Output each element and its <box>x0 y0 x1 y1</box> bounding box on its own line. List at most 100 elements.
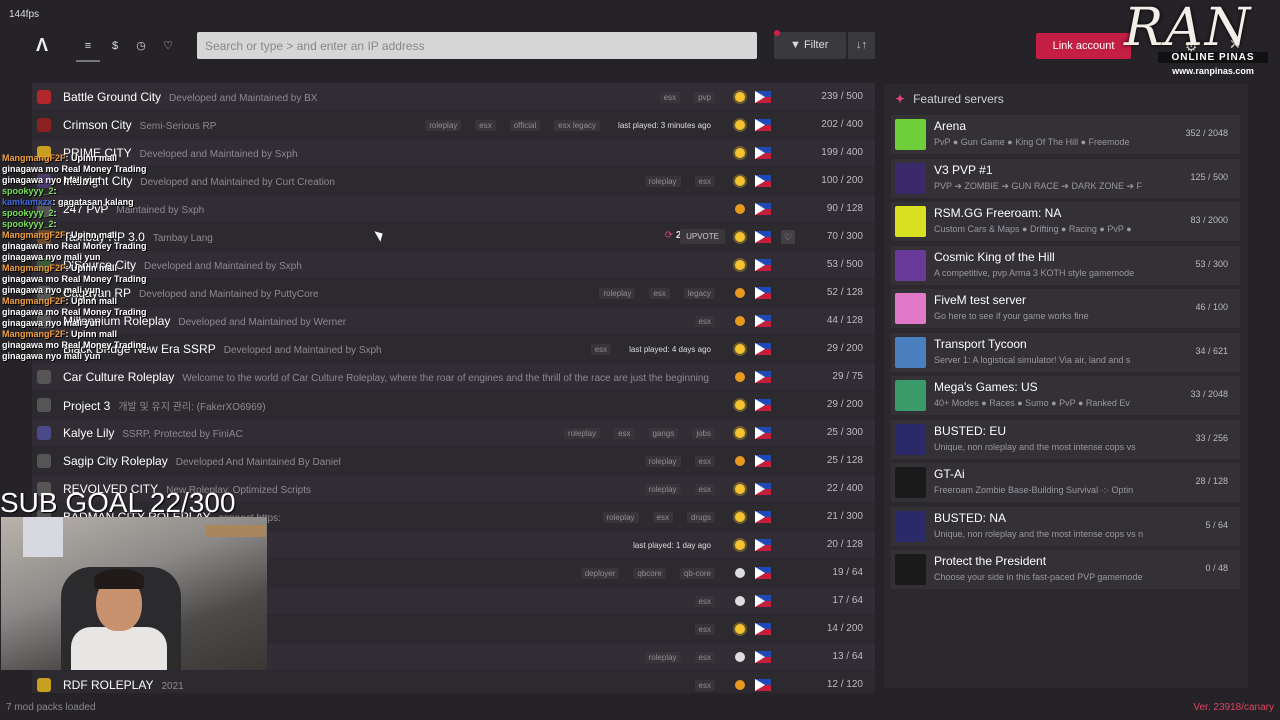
server-row[interactable]: 247 PvP Maintained by Sxph 90 / 128 <box>32 195 875 223</box>
server-row[interactable]: Car Culture Roleplay Welcome to the world… <box>32 363 875 391</box>
featured-server-icon <box>895 510 926 542</box>
fivem-logo-icon[interactable]: Λ <box>36 36 54 54</box>
featured-server-item[interactable]: FiveM test server Go here to see if your … <box>891 289 1240 328</box>
featured-player-count: 28 / 128 <box>1195 476 1228 486</box>
philippines-flag-icon <box>755 343 771 355</box>
player-count: 70 / 300 <box>826 231 863 242</box>
player-count: 13 / 64 <box>832 651 863 662</box>
last-played: last played: 4 days ago <box>629 345 711 354</box>
featured-player-count: 125 / 500 <box>1190 171 1228 182</box>
server-name: Midnight City Developed and Maintained by… <box>63 174 335 188</box>
server-tag: esx <box>694 680 715 691</box>
server-name-text: Black Bridge New Era SSRP <box>63 342 216 356</box>
server-tags: last played: 1 day ago <box>629 540 715 551</box>
server-row[interactable]: Tambay RP 3.0Tambay Lang⟳ 20UPVOTE♡70 / … <box>32 223 875 251</box>
featured-server-item[interactable]: Transport Tycoon Server 1: A logistical s… <box>891 332 1240 372</box>
player-count: 20 / 128 <box>826 539 863 550</box>
server-row[interactable]: Crimson City Semi-Serious RP roleplay esx of… <box>32 111 875 139</box>
server-tags: esx <box>694 624 715 635</box>
server-row[interactable]: Black Bridge New Era SSRP Developed and M… <box>32 335 875 363</box>
featured-server-item[interactable]: Protect the President Choose your side in… <box>891 550 1240 589</box>
server-description: Developed and Maintained by Sxph <box>139 149 298 160</box>
player-count: 14 / 200 <box>826 623 863 634</box>
close-icon[interactable]: ✕ <box>1229 36 1241 53</box>
featured-server-name: Mega's Games: US <box>934 380 1038 394</box>
server-row[interactable]: D'Source City Developed and Maintained by… <box>32 251 875 279</box>
server-name-text: PRIME CITY <box>63 146 132 160</box>
philippines-flag-icon <box>755 483 771 495</box>
search-input[interactable]: Search or type > and enter an IP address <box>197 32 757 59</box>
server-row[interactable]: Sagip City Roleplay Developed And Maintai… <box>32 447 875 475</box>
history-icon[interactable]: ◷ <box>133 38 149 54</box>
sun-icon <box>735 372 745 382</box>
server-icon <box>37 286 51 300</box>
server-tag: esx <box>652 512 673 523</box>
server-tag: esx <box>694 484 715 495</box>
sun-icon <box>735 288 745 298</box>
link-account-button[interactable]: Link account <box>1036 33 1131 59</box>
featured-server-icon <box>895 119 926 150</box>
sun-icon <box>735 316 745 326</box>
filter-button[interactable]: ▼ Filter <box>774 30 846 59</box>
featured-server-item[interactable]: BUSTED: EU Unique, non roleplay and the m… <box>891 419 1240 459</box>
server-tags: roleplay esx <box>644 176 715 187</box>
featured-server-item[interactable]: Cosmic King of the Hill A competitive, pv… <box>891 245 1240 285</box>
featured-server-item[interactable]: RSM.GG Freeroam: NA Custom Cars & Maps ● … <box>891 202 1240 241</box>
upvote-button[interactable]: UPVOTE <box>680 229 725 244</box>
server-row[interactable]: RDF ROLEPLAY 2021 esx 12 / 120 <box>32 671 875 693</box>
streamer-body <box>71 627 167 670</box>
player-count: 21 / 300 <box>826 511 863 522</box>
featured-server-name: Transport Tycoon <box>934 336 1027 351</box>
featured-server-name: Cosmic King of the Hill <box>934 249 1055 264</box>
server-row[interactable]: Millennium Roleplay Developed and Maintai… <box>32 307 875 335</box>
server-tag: esx <box>659 92 681 103</box>
server-icon <box>37 146 51 160</box>
server-description: Developed and Maintained by PuttyCore <box>139 289 319 300</box>
player-count: 239 / 500 <box>821 91 863 102</box>
player-count: 25 / 300 <box>826 427 863 438</box>
server-row[interactable]: Battle Ground City Developed and Maintain… <box>32 83 875 111</box>
poster <box>23 517 63 557</box>
featured-server-name: Arena <box>934 119 967 133</box>
featured-server-icon <box>895 206 926 237</box>
featured-server-item[interactable]: BUSTED: NA Unique, non roleplay and the m… <box>891 506 1240 546</box>
gear-icon[interactable]: ⚙ <box>1185 38 1198 55</box>
heart-icon[interactable]: ♡ <box>160 38 176 54</box>
server-row[interactable]: PRIME CITY Developed and Maintained by Sx… <box>32 139 875 167</box>
philippines-flag-icon <box>755 455 771 467</box>
server-tags: esx last played: 4 days ago <box>590 344 715 355</box>
server-row[interactable]: Project 3 개발 및 유지 관리: (FakerXO6969) 29 / 2… <box>32 391 875 419</box>
list-icon[interactable]: ≡ <box>76 38 100 62</box>
sun-icon <box>735 540 745 550</box>
dollar-icon[interactable]: $ <box>107 38 123 54</box>
server-name: Project 3 개발 및 유지 관리: (FakerXO6969) <box>63 398 266 413</box>
player-count: 52 / 128 <box>826 287 863 298</box>
sort-icon[interactable]: ↓↑ <box>848 32 875 59</box>
philippines-flag-icon <box>755 399 771 411</box>
server-description: Semi-Serious RP <box>139 121 217 132</box>
featured-server-item[interactable]: Mega's Games: US 40+ Modes ● Races ● Sumo… <box>891 376 1240 415</box>
sun-icon <box>735 176 745 186</box>
featured-server-icon <box>895 249 926 281</box>
server-row[interactable]: Midnight City Developed and Maintained by… <box>32 167 875 195</box>
server-row[interactable]: Cagayan RP Developed and Maintained by Pu… <box>32 279 875 307</box>
featured-server-item[interactable]: Arena PvP ● Gun Game ● King Of The Hill ●… <box>891 115 1240 154</box>
server-tag: roleplay <box>602 512 639 523</box>
server-tags: roleplay esx legacy <box>599 288 715 299</box>
server-tag: esx <box>475 120 496 131</box>
player-count: 202 / 400 <box>821 119 863 130</box>
server-icon <box>37 230 51 244</box>
featured-player-count: 83 / 2000 <box>1190 215 1228 225</box>
featured-server-item[interactable]: GT-Ai Freeroam Zombie Base-Building Survi… <box>891 463 1240 502</box>
featured-server-item[interactable]: V3 PVP #1 PVP ➔ ZOMBIE ➔ GUN RACE ➔ DARK … <box>891 158 1240 198</box>
server-row[interactable]: Kalye Lily SSRP, Protected by FiniAC rolep… <box>32 419 875 447</box>
server-name-text: Cagayan RP <box>63 286 132 300</box>
server-tags: roleplay esx <box>644 484 715 495</box>
featured-servers-panel: ✦ Featured servers Arena PvP ● Gun Game ● … <box>884 84 1248 688</box>
sun-icon <box>735 204 745 214</box>
sun-icon <box>735 148 745 158</box>
server-tags: roleplay esx official esx legacy last played… <box>425 120 715 131</box>
server-icon <box>37 398 51 412</box>
moon-icon <box>735 596 745 606</box>
server-name-text: D'Source City <box>63 258 136 272</box>
